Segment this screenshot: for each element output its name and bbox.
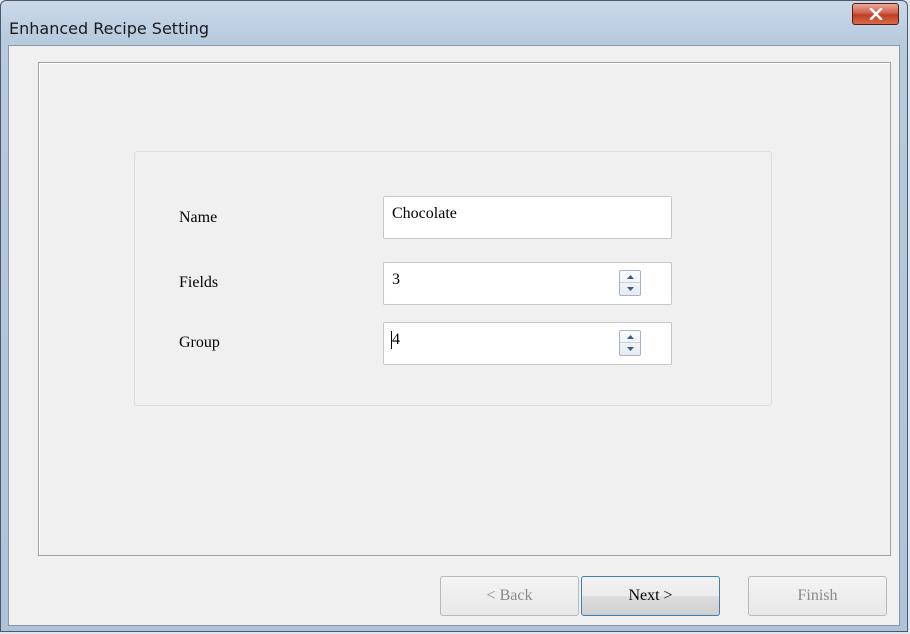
dialog-window: Enhanced Recipe Setting Name Chocolate F… (0, 0, 908, 632)
fields-spin-buttons[interactable] (619, 270, 641, 296)
window-title: Enhanced Recipe Setting (9, 19, 210, 38)
group-value: 4 (392, 331, 400, 348)
name-field[interactable]: Chocolate (383, 196, 672, 239)
fields-stepper[interactable]: 3 (383, 262, 672, 305)
spin-down-icon (626, 347, 634, 351)
dialog-client-area: Name Chocolate Fields 3 Group 4 < Back N… (8, 45, 900, 626)
close-icon (869, 8, 882, 20)
spin-up-icon (626, 274, 634, 279)
spin-down-icon (626, 287, 634, 291)
fields-value: 3 (392, 271, 400, 288)
group-label: Group (179, 334, 220, 351)
title-bar[interactable]: Enhanced Recipe Setting (1, 1, 907, 45)
fields-label: Fields (179, 274, 219, 291)
next-button[interactable]: Next > (581, 576, 720, 616)
content-frame: Name Chocolate Fields 3 Group 4 (38, 62, 891, 556)
settings-panel: Name Chocolate Fields 3 Group 4 (134, 151, 772, 406)
group-spin-down[interactable] (620, 343, 640, 355)
fields-spin-down[interactable] (620, 283, 640, 295)
back-button[interactable]: < Back (440, 576, 579, 616)
group-spin-up[interactable] (620, 331, 640, 343)
name-label: Name (179, 209, 218, 226)
finish-button[interactable]: Finish (748, 576, 887, 616)
group-spin-buttons[interactable] (619, 330, 641, 356)
fields-spin-up[interactable] (620, 271, 640, 283)
spin-up-icon (626, 334, 634, 339)
group-stepper[interactable]: 4 (383, 322, 672, 365)
name-value: Chocolate (392, 205, 457, 222)
close-button[interactable] (852, 3, 899, 25)
